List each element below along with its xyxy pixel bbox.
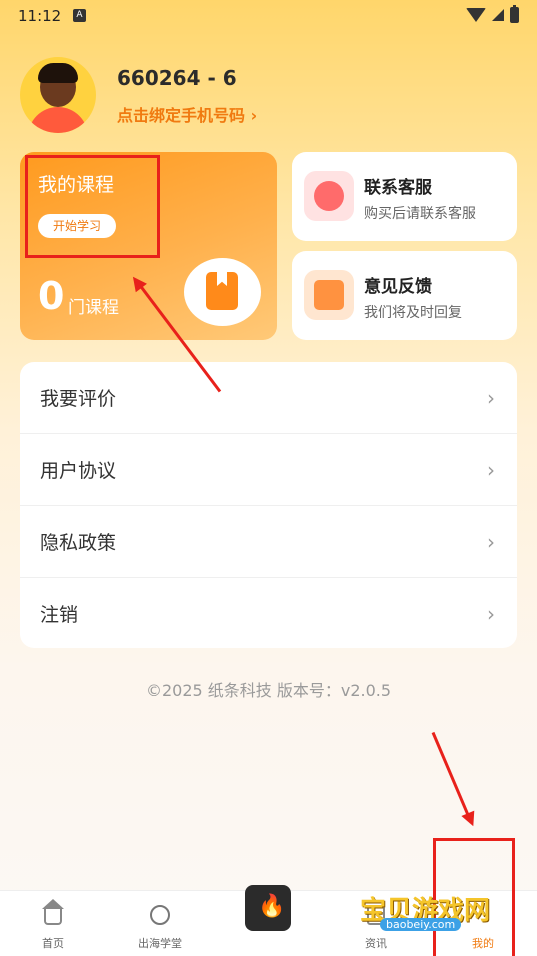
bind-phone-link[interactable]: 点击绑定手机号码 › [117,102,257,126]
status-time: 11:12 [18,7,62,25]
menu-item-review[interactable]: 我要评价 › [20,362,517,434]
wifi-icon [466,8,486,22]
signal-icon [492,9,504,21]
menu-item-label: 用户协议 [40,460,117,482]
tab-home[interactable]: 首页 [3,891,103,956]
app-notification-icon: A [73,9,86,22]
contact-support-card[interactable]: 联系客服 购买后请联系客服 [292,152,517,241]
annotation-arrow-2 [431,731,480,829]
feedback-title: 意见反馈 [364,277,432,297]
status-bar: 11:12 A [0,0,537,32]
profile-header: 660264 - 6 点击绑定手机号码 › [20,57,500,135]
settings-menu: 我要评价 › 用户协议 › 隐私政策 › 注销 › [20,362,517,648]
username: 660264 - 6 [117,66,237,90]
fire-icon: 🔥 [245,885,291,931]
course-count: 0 [38,274,65,318]
support-subtitle: 购买后请联系客服 [364,206,476,222]
feedback-card[interactable]: 意见反馈 我们将及时回复 [292,251,517,340]
tab-label: 资讯 [365,937,387,950]
chevron-right-icon: › [487,530,495,554]
tab-center-fire[interactable]: 🔥 [218,885,318,956]
course-unit: 门课程 [68,298,119,318]
status-icons [466,5,519,23]
home-icon [42,899,64,925]
chevron-right-icon: › [487,458,495,482]
tab-study[interactable]: 出海学堂 [110,891,210,956]
chevron-right-icon: › [487,386,495,410]
menu-item-label: 我要评价 [40,388,117,410]
menu-item-label: 注销 [40,604,79,626]
chevron-right-icon: › [487,602,495,626]
avatar[interactable] [20,57,96,133]
tab-label: 首页 [42,937,64,950]
copyright-text: ©2025 纸条科技 版本号：v2.0.5 [145,681,392,700]
mail-icon [304,270,354,320]
book-icon [206,272,238,310]
battery-icon [510,5,519,23]
menu-item-label: 隐私政策 [40,532,117,554]
planet-icon [150,905,170,925]
watermark-url: baobeiy.com [380,918,462,931]
feedback-subtitle: 我们将及时回复 [364,305,462,321]
book-icon-circle [184,258,261,326]
menu-item-privacy[interactable]: 隐私政策 › [20,506,517,578]
menu-item-delete-account[interactable]: 注销 › [20,578,517,648]
headset-icon [304,171,354,221]
menu-item-user-agreement[interactable]: 用户协议 › [20,434,517,506]
annotation-box-courses [25,155,160,258]
support-title: 联系客服 [364,178,432,198]
tab-label: 出海学堂 [138,937,182,950]
